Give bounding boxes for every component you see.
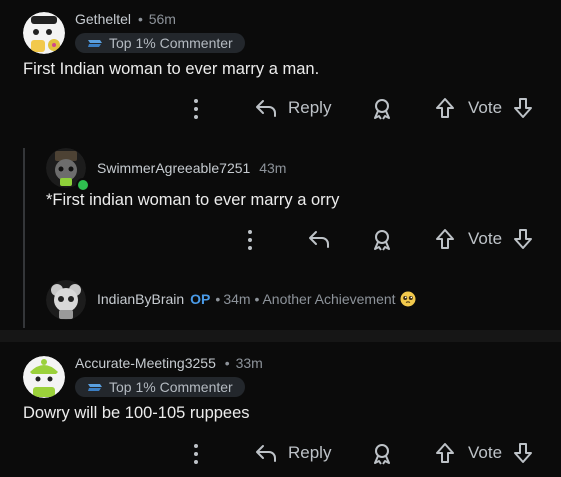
reply-button[interactable] (307, 228, 331, 250)
reply-arrow-icon (309, 231, 329, 248)
downvote-arrow-icon[interactable] (512, 442, 534, 464)
avatar[interactable] (46, 280, 86, 320)
online-status-dot (76, 178, 90, 192)
vote-label: Vote (468, 229, 503, 248)
vote-control: Vote (434, 97, 534, 119)
vote-label: Vote (468, 98, 503, 117)
comment-age: 56m (148, 11, 176, 27)
trophy-icon (88, 384, 102, 391)
reply-arrow-icon (256, 445, 276, 462)
separator-dot: • (224, 355, 230, 371)
more-options-button[interactable] (244, 229, 256, 251)
reply-button[interactable]: Reply (254, 97, 331, 119)
comment-text: Dowry will be 100-105 ruppees (23, 404, 250, 422)
award-icon (374, 99, 390, 120)
username[interactable]: IndianByBrain (97, 291, 184, 307)
award-button[interactable] (370, 442, 394, 466)
award-icon (374, 230, 390, 251)
upvote-arrow-icon[interactable] (434, 228, 456, 250)
reply-arrow-icon (256, 100, 276, 117)
badge-label: Top 1% Commenter (109, 35, 233, 51)
comment-age: 34m (223, 291, 251, 307)
comment-text: First Indian woman to ever marry a man. (23, 60, 320, 78)
avatar[interactable] (23, 12, 65, 54)
pleading-emoji-icon (400, 291, 416, 307)
reply-button[interactable]: Reply (254, 442, 331, 464)
top-commenter-badge: Top 1% Commenter (75, 33, 245, 53)
downvote-arrow-icon[interactable] (512, 228, 534, 250)
badge-label: Top 1% Commenter (109, 379, 233, 395)
vertical-dots-icon (194, 444, 198, 464)
username-row: Accurate-Meeting3255 • 33m (75, 355, 263, 371)
username[interactable]: Accurate-Meeting3255 (75, 355, 216, 371)
reply-label: Reply (288, 98, 332, 117)
comment-age: 33m (235, 355, 263, 371)
separator-dot: • (137, 11, 143, 27)
reply-label: Reply (288, 443, 332, 462)
avatar[interactable] (23, 356, 65, 398)
separator-dot: • (215, 291, 221, 307)
vote-label: Vote (468, 443, 503, 462)
vertical-dots-icon (248, 230, 252, 250)
upvote-arrow-icon[interactable] (434, 97, 456, 119)
comment-age: 43m (259, 160, 287, 176)
award-button[interactable] (370, 228, 394, 252)
comment-text: *First indian woman to ever marry a orry (46, 191, 340, 209)
trophy-icon (88, 40, 102, 47)
award-button[interactable] (370, 97, 394, 121)
top-commenter-badge: Top 1% Commenter (75, 377, 245, 397)
upvote-arrow-icon[interactable] (434, 442, 456, 464)
thread-divider (0, 330, 561, 342)
username[interactable]: Getheltel (75, 11, 131, 27)
op-badge: OP (190, 291, 211, 307)
separator-dot: • (254, 291, 260, 307)
vertical-dots-icon (194, 99, 198, 119)
user-flair: Another Achievement (262, 291, 396, 307)
vote-control: Vote (434, 228, 534, 250)
username-row: IndianByBrain OP • 34m • Another Achieve… (97, 291, 416, 307)
username-row: Getheltel • 56m (75, 11, 176, 27)
award-icon (374, 444, 390, 465)
username-row: SwimmerAgreeable7251 43m (97, 160, 286, 176)
username[interactable]: SwimmerAgreeable7251 (97, 160, 250, 176)
vote-control: Vote (434, 442, 534, 464)
more-options-button[interactable] (190, 98, 202, 120)
thread-line[interactable] (23, 148, 25, 328)
downvote-arrow-icon[interactable] (512, 97, 534, 119)
more-options-button[interactable] (190, 443, 202, 465)
